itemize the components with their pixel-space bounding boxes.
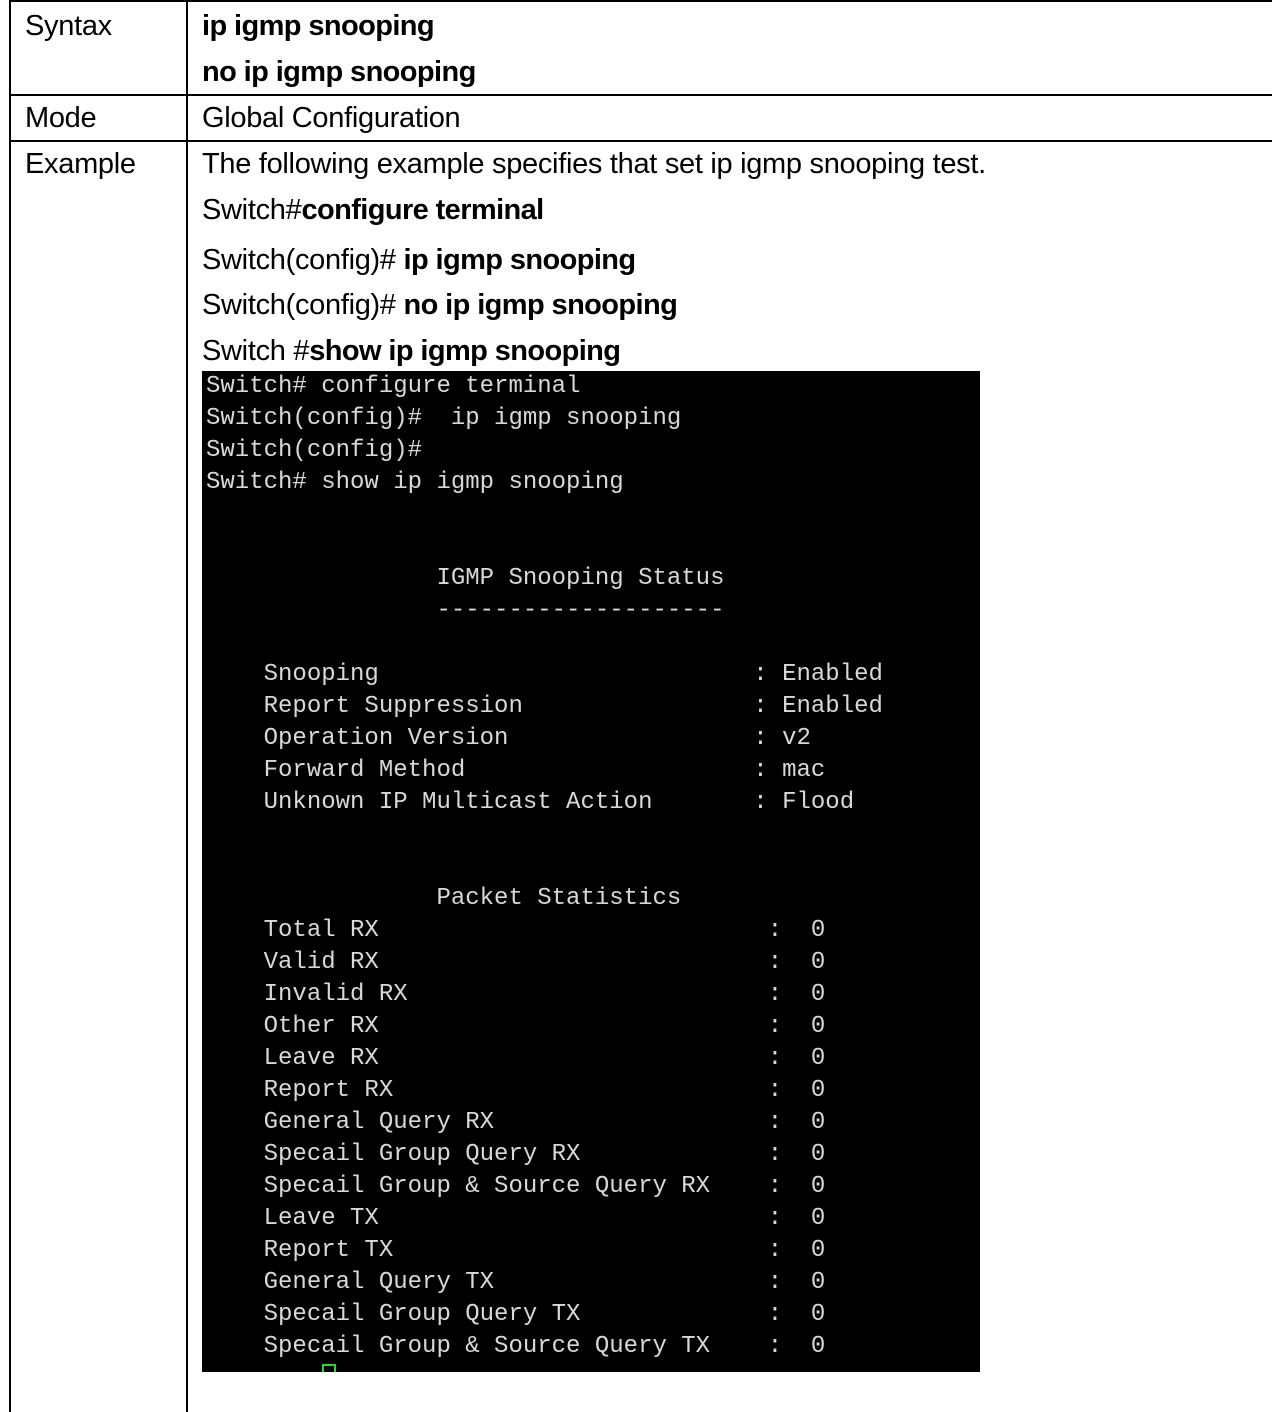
example-command-2: Switch(config)# ip igmp snooping [202, 237, 636, 283]
terminal-cursor [322, 1364, 336, 1372]
terminal-line: Switch# configure terminal [206, 373, 581, 400]
example-command-3: Switch(config)# no ip igmp snooping [202, 282, 678, 328]
terminal-line: Operation Version : v2 [206, 725, 811, 752]
table-border-left [9, 0, 11, 1412]
command-prompt: Switch # [202, 335, 310, 367]
terminal-line: Packet Statistics [206, 885, 682, 912]
mode-label: Mode [25, 102, 97, 134]
row-divider-syntax [9, 94, 1272, 96]
command-text: show ip igmp snooping [309, 335, 621, 367]
terminal-line: Specail Group & Source Query TX : 0 [206, 1333, 826, 1360]
terminal-line: Valid RX : 0 [206, 949, 826, 976]
mode-value: Global Configuration [202, 102, 461, 134]
terminal-line: Invalid RX : 0 [206, 981, 826, 1008]
example-label: Example [25, 148, 136, 180]
terminal-line: Specail Group Query TX : 0 [206, 1301, 826, 1328]
terminal-screenshot: Switch# configure terminal Switch(config… [202, 371, 980, 1372]
terminal-line: Switch(config)# [206, 437, 423, 464]
terminal-line: Forward Method : mac [206, 757, 826, 784]
terminal-line: Switch# show ip igmp snooping [206, 469, 624, 496]
example-description: The following example specifies that set… [202, 148, 986, 180]
syntax-label: Syntax [25, 10, 112, 42]
terminal-line: General Query RX : 0 [206, 1109, 826, 1136]
terminal-line: Report Suppression : Enabled [206, 693, 883, 720]
terminal-line: Specail Group & Source Query RX : 0 [206, 1173, 826, 1200]
terminal-line: Specail Group Query RX : 0 [206, 1141, 826, 1168]
command-text: no ip igmp snooping [403, 289, 678, 321]
example-command-4: Switch #show ip igmp snooping [202, 328, 621, 374]
syntax-line-2: no ip igmp snooping [202, 56, 476, 88]
command-text: ip igmp snooping [403, 244, 637, 276]
terminal-line: Snooping : Enabled [206, 661, 883, 688]
terminal-line: IGMP Snooping Status [206, 565, 725, 592]
terminal-line: Leave TX : 0 [206, 1205, 826, 1232]
syntax-line-1: ip igmp snooping [202, 10, 435, 42]
terminal-line: Total RX : 0 [206, 917, 826, 944]
command-prompt: Switch# [202, 194, 302, 226]
command-prompt: Switch(config)# [202, 289, 404, 321]
terminal-line: Leave RX : 0 [206, 1045, 826, 1072]
example-command-1: Switch#configure terminal [202, 187, 544, 233]
terminal-line: Report TX : 0 [206, 1237, 826, 1264]
terminal-line: -------------------- [206, 597, 725, 624]
command-text: configure terminal [301, 194, 544, 226]
terminal-line: Switch(config)# ip igmp snooping [206, 405, 682, 432]
terminal-line: Report RX : 0 [206, 1077, 826, 1104]
table-border-top [9, 0, 1272, 2]
terminal-line: General Query TX : 0 [206, 1269, 826, 1296]
terminal-line: Other RX : 0 [206, 1013, 826, 1040]
terminal-line: Unknown IP Multicast Action : Flood [206, 789, 855, 816]
command-prompt: Switch(config)# [202, 244, 404, 276]
column-divider [186, 0, 188, 1412]
